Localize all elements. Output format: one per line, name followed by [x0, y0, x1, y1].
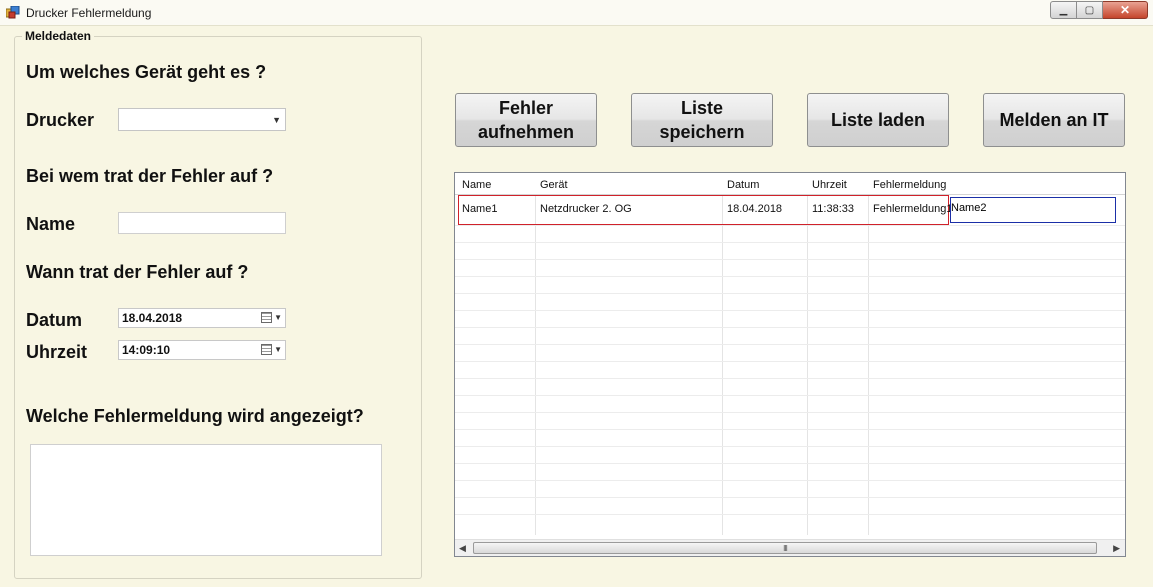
groupbox-title: Meldedaten [22, 29, 95, 43]
error-list-grid[interactable]: Name Gerät Datum Uhrzeit Fehlermeldung N… [454, 172, 1126, 557]
calendar-icon [261, 312, 273, 323]
drucker-label: Drucker [26, 110, 95, 130]
scroll-left-icon[interactable]: ◀ [459, 543, 466, 554]
close-button[interactable]: ✕ [1103, 1, 1148, 19]
chevron-down-icon: ▼ [272, 115, 281, 125]
message-textarea[interactable] [30, 444, 382, 556]
editing-cell[interactable]: Name2 [950, 197, 1116, 223]
cell-geraet[interactable]: Netzdrucker 2. OG [540, 203, 632, 215]
column-header-geraet[interactable]: Gerät [540, 179, 568, 191]
liste-laden-button[interactable]: Liste laden [807, 93, 949, 147]
column-header-fehlermeldung[interactable]: Fehlermeldung [873, 179, 946, 191]
uhrzeit-value: 14:09:10 [122, 343, 171, 357]
scroll-right-icon[interactable]: ▶ [1113, 543, 1120, 554]
cell-name[interactable]: Name1 [462, 203, 497, 215]
name-label: Name [26, 214, 76, 234]
maximize-button[interactable]: ▢ [1077, 1, 1103, 19]
melden-an-it-button[interactable]: Melden an IT [983, 93, 1125, 147]
column-header-uhrzeit[interactable]: Uhrzeit [812, 179, 847, 191]
title-bar: Drucker Fehlermeldung ▁ ▢ ✕ [0, 0, 1153, 26]
liste-speichern-button[interactable]: Liste speichern [631, 93, 773, 147]
window-title: Drucker Fehlermeldung [26, 6, 152, 20]
calendar-icon [261, 344, 273, 355]
column-header-name[interactable]: Name [462, 179, 491, 191]
app-icon [6, 6, 20, 19]
question-message: Welche Fehlermeldung wird angezeigt? [26, 406, 364, 426]
question-device: Um welches Gerät geht es ? [26, 62, 267, 82]
fehler-aufnehmen-button[interactable]: Fehler aufnehmen [455, 93, 597, 147]
cell-fehlermeldung[interactable]: Fehlermeldung1 [873, 203, 953, 215]
minimize-icon: ▁ [1059, 4, 1068, 16]
window-controls: ▁ ▢ ✕ [1050, 1, 1148, 19]
datum-picker[interactable]: 18.04.2018 ▼ [118, 308, 286, 328]
maximize-icon: ▢ [1084, 4, 1095, 16]
datum-value: 18.04.2018 [122, 311, 183, 325]
drucker-combobox[interactable]: ▼ [118, 108, 286, 131]
datum-label: Datum [26, 310, 83, 330]
uhrzeit-label: Uhrzeit [26, 342, 88, 362]
scrollbar-grip: III [783, 544, 788, 553]
chevron-down-icon: ▼ [274, 313, 282, 322]
question-who: Bei wem trat der Fehler auf ? [26, 166, 274, 186]
scrollbar-thumb[interactable]: III [473, 542, 1097, 554]
datum-dropdown[interactable]: ▼ [261, 312, 282, 323]
cell-datum[interactable]: 18.04.2018 [727, 203, 782, 215]
cell-uhrzeit[interactable]: 11:38:33 [812, 203, 854, 215]
question-when: Wann trat der Fehler auf ? [26, 262, 249, 282]
name-input[interactable] [118, 212, 286, 234]
editing-cell-value: Name2 [951, 202, 987, 214]
column-header-datum[interactable]: Datum [727, 179, 759, 191]
chevron-down-icon: ▼ [274, 345, 282, 354]
grid-header: Name Gerät Datum Uhrzeit Fehlermeldung [455, 173, 1125, 195]
uhrzeit-dropdown[interactable]: ▼ [261, 344, 282, 355]
close-icon: ✕ [1119, 3, 1131, 17]
minimize-button[interactable]: ▁ [1050, 1, 1077, 19]
uhrzeit-picker[interactable]: 14:09:10 ▼ [118, 340, 286, 360]
horizontal-scrollbar[interactable]: ◀ III ▶ [455, 539, 1125, 556]
